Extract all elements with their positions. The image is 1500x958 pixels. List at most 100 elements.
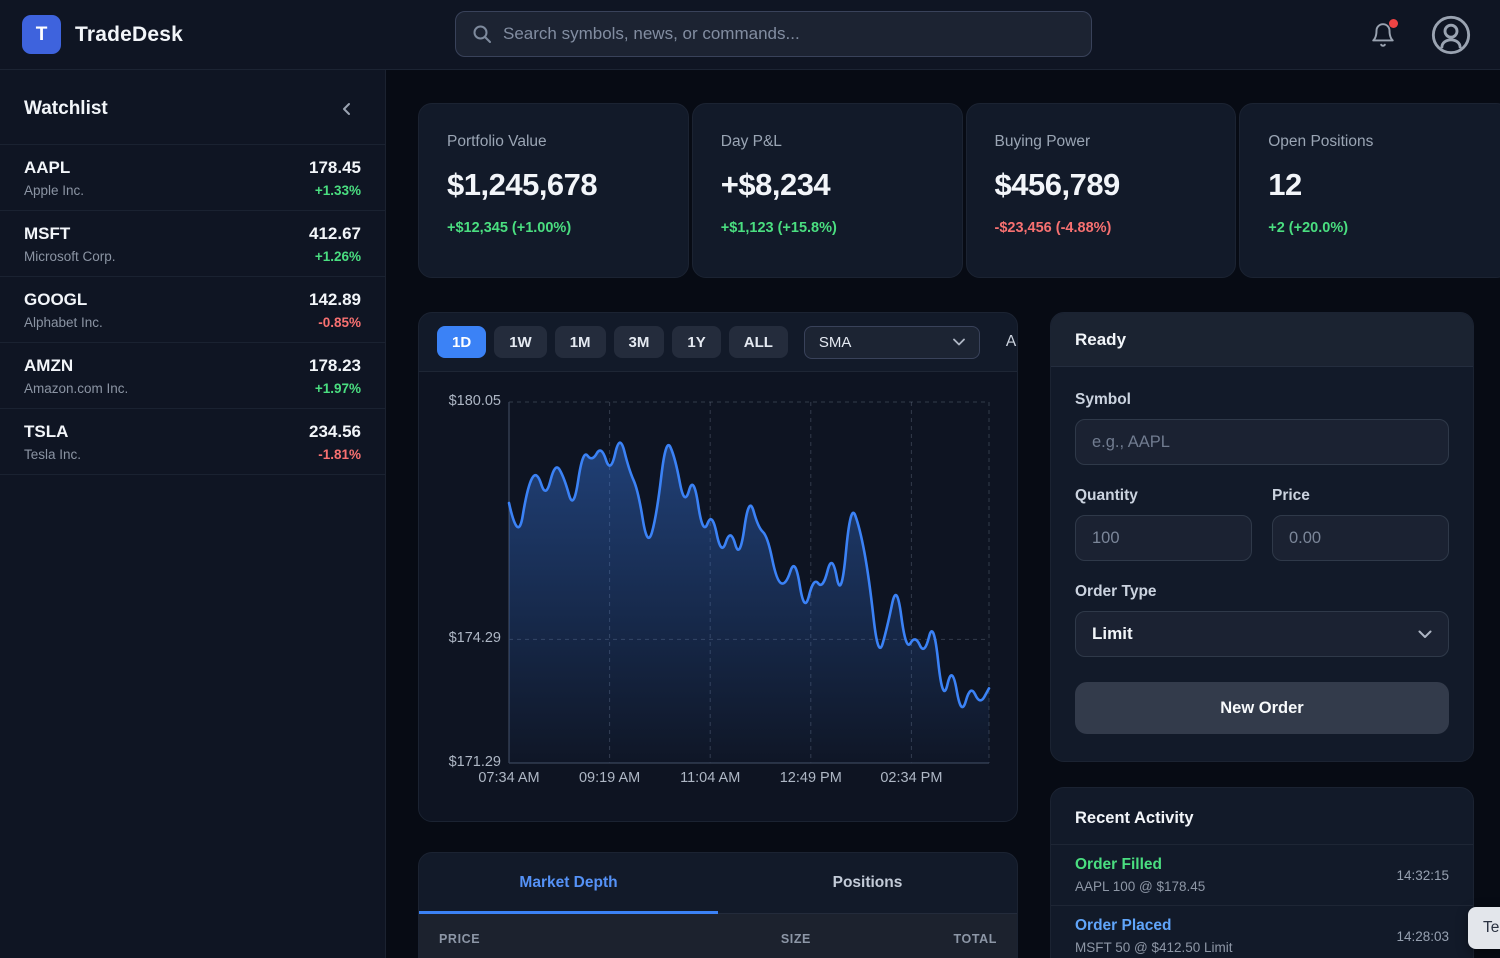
- timeframe-1y-button[interactable]: 1Y: [672, 326, 720, 358]
- watchlist-row-amzn[interactable]: AMZN Amazon.com Inc. 178.23 +1.97%: [0, 343, 385, 409]
- tab-market-depth[interactable]: Market Depth: [419, 853, 718, 913]
- card-value: +$8,234: [721, 167, 934, 203]
- quantity-label: Quantity: [1075, 487, 1252, 505]
- card-change: +2 (+20.0%): [1268, 220, 1481, 236]
- column-size: SIZE: [625, 932, 811, 946]
- change: +1.26%: [309, 249, 361, 264]
- user-avatar-icon: [1430, 14, 1472, 56]
- order-type-select[interactable]: Limit: [1075, 611, 1449, 657]
- company-name: Alphabet Inc.: [24, 315, 103, 330]
- quantity-field[interactable]: [1075, 515, 1252, 561]
- new-order-button[interactable]: New Order: [1075, 682, 1449, 734]
- x-axis-tick: 02:34 PM: [880, 770, 942, 786]
- header-actions: [1362, 0, 1472, 70]
- order-entry-panel: Ready Symbol Quantity Price Order Type L…: [1050, 312, 1474, 762]
- chevron-down-icon: [1418, 630, 1432, 639]
- watchlist-header: Watchlist: [0, 70, 385, 145]
- app-logo-icon: T: [22, 15, 61, 54]
- global-search[interactable]: [455, 11, 1092, 57]
- activity-event: Order Filled: [1075, 856, 1205, 874]
- symbol: GOOGL: [24, 290, 103, 310]
- price-label: Price: [1272, 487, 1449, 505]
- activity-detail: MSFT 50 @ $412.50 Limit: [1075, 940, 1233, 955]
- company-name: Tesla Inc.: [24, 447, 81, 462]
- chevron-down-icon: [953, 338, 965, 346]
- card-label: Day P&L: [721, 133, 934, 151]
- chart-toolbar: 1D 1W 1M 3M 1Y ALL SMA Annotate: [419, 313, 1017, 372]
- card-value: 12: [1268, 167, 1481, 203]
- tab-positions[interactable]: Positions: [718, 853, 1017, 913]
- timeframe-all-button[interactable]: ALL: [729, 326, 788, 358]
- card-change: -$23,456 (-4.88%): [995, 220, 1208, 236]
- card-label: Buying Power: [995, 133, 1208, 151]
- activity-row-order-placed[interactable]: Order Placed MSFT 50 @ $412.50 Limit 14:…: [1051, 906, 1473, 958]
- y-axis-tick: $174.29: [419, 630, 501, 646]
- x-axis-tick: 11:04 AM: [680, 770, 740, 786]
- symbol: MSFT: [24, 224, 116, 244]
- recent-activity-title: Recent Activity: [1051, 788, 1473, 845]
- timeframe-1w-button[interactable]: 1W: [494, 326, 547, 358]
- recent-activity-panel: Recent Activity Order Filled AAPL 100 @ …: [1050, 787, 1474, 958]
- account-button[interactable]: [1430, 14, 1472, 56]
- symbol-field[interactable]: [1075, 419, 1449, 465]
- stats-row: Portfolio Value $1,245,678 +$12,345 (+1.…: [418, 103, 1500, 278]
- activity-event: Order Placed: [1075, 917, 1233, 935]
- watchlist-title: Watchlist: [24, 98, 108, 120]
- price: 142.89: [309, 290, 361, 310]
- company-name: Apple Inc.: [24, 183, 84, 198]
- timeframe-1m-button[interactable]: 1M: [555, 326, 606, 358]
- card-change: +$1,123 (+15.8%): [721, 220, 934, 236]
- annotate-button[interactable]: Annotate: [1006, 333, 1018, 351]
- collapse-sidebar-button[interactable]: [333, 95, 361, 123]
- activity-detail: AAPL 100 @ $178.45: [1075, 879, 1205, 894]
- market-depth-panel: Market Depth Positions PRICE SIZE TOTAL: [418, 852, 1018, 958]
- search-input[interactable]: [503, 24, 1075, 44]
- brand: T TradeDesk: [22, 15, 183, 54]
- symbol-label: Symbol: [1075, 391, 1449, 409]
- watchlist-row-tsla[interactable]: TSLA Tesla Inc. 234.56 -1.81%: [0, 409, 385, 475]
- y-axis-tick: $171.29: [419, 754, 501, 770]
- open-positions-card: Open Positions 12 +2 (+20.0%): [1239, 103, 1500, 278]
- watchlist-row-googl[interactable]: GOOGL Alphabet Inc. 142.89 -0.85%: [0, 277, 385, 343]
- order-type-label: Order Type: [1075, 583, 1449, 601]
- card-label: Portfolio Value: [447, 133, 660, 151]
- price: 178.23: [309, 356, 361, 376]
- activity-time: 14:32:15: [1396, 868, 1449, 883]
- indicator-select[interactable]: SMA: [804, 326, 980, 359]
- search-icon: [472, 24, 492, 44]
- change: -0.85%: [309, 315, 361, 330]
- app-header: T TradeDesk: [0, 0, 1500, 70]
- watchlist-sidebar: Watchlist AAPL Apple Inc. 178.45 +1.33% …: [0, 70, 386, 958]
- tradedesk-app: T TradeDesk Watchlist: [0, 0, 1500, 958]
- symbol: AMZN: [24, 356, 128, 376]
- timeframe-1d-button[interactable]: 1D: [437, 326, 486, 358]
- app-title: TradeDesk: [75, 23, 183, 47]
- column-total: TOTAL: [811, 932, 997, 946]
- change: +1.97%: [309, 381, 361, 396]
- day-pnl-card: Day P&L +$8,234 +$1,123 (+15.8%): [692, 103, 963, 278]
- change: -1.81%: [309, 447, 361, 462]
- watchlist-row-msft[interactable]: MSFT Microsoft Corp. 412.67 +1.26%: [0, 211, 385, 277]
- y-axis-tick: $180.05: [419, 393, 501, 409]
- column-price: PRICE: [439, 932, 625, 946]
- price: 412.67: [309, 224, 361, 244]
- card-label: Open Positions: [1268, 133, 1481, 151]
- depth-tab-bar: Market Depth Positions: [419, 853, 1017, 914]
- order-type-value: Limit: [1092, 624, 1133, 644]
- card-change: +$12,345 (+1.00%): [447, 220, 660, 236]
- activity-time: 14:28:03: [1396, 929, 1449, 944]
- watchlist-row-aapl[interactable]: AAPL Apple Inc. 178.45 +1.33%: [0, 145, 385, 211]
- activity-row-order-filled[interactable]: Order Filled AAPL 100 @ $178.45 14:32:15: [1051, 845, 1473, 906]
- notifications-button[interactable]: [1362, 14, 1404, 56]
- x-axis-tick: 12:49 PM: [780, 770, 842, 786]
- toast-notification: Te: [1468, 907, 1500, 949]
- price-field[interactable]: [1272, 515, 1449, 561]
- company-name: Microsoft Corp.: [24, 249, 116, 264]
- symbol: AAPL: [24, 158, 84, 178]
- company-name: Amazon.com Inc.: [24, 381, 128, 396]
- price: 178.45: [309, 158, 361, 178]
- chart-plot[interactable]: $180.05$174.29$171.2907:34 AM09:19 AM11:…: [419, 372, 1017, 822]
- price-chart-panel: 1D 1W 1M 3M 1Y ALL SMA Annotate $180.05 $…: [418, 312, 1018, 822]
- depth-table-header: PRICE SIZE TOTAL: [419, 914, 1017, 958]
- timeframe-3m-button[interactable]: 3M: [614, 326, 665, 358]
